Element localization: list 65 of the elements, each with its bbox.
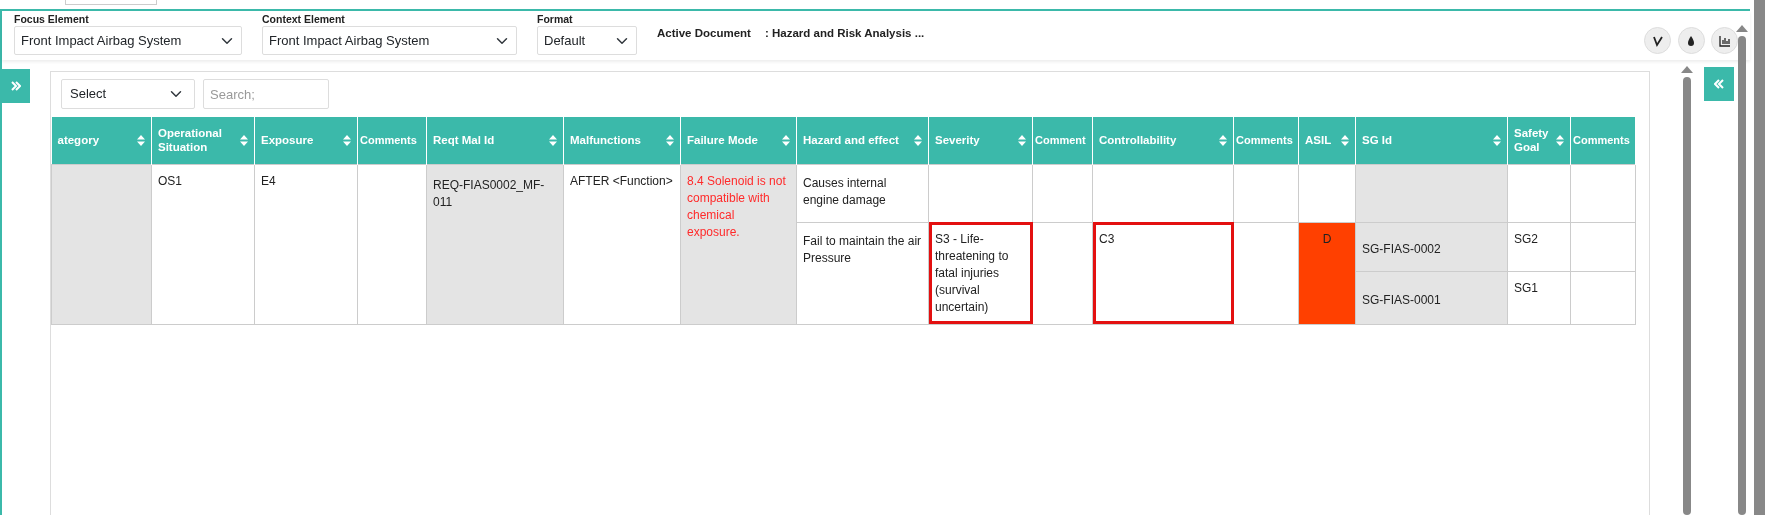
sort-icon — [1219, 134, 1227, 146]
chart-icon — [1717, 33, 1732, 48]
column-header: Comments — [1570, 117, 1636, 164]
field-label: Focus Element — [14, 12, 90, 26]
table-cell: SG-FIAS-0001 — [1355, 271, 1508, 324]
table-cell: OS1 — [151, 164, 255, 324]
expand-button[interactable] — [2, 69, 30, 103]
toolbar-button[interactable] — [1644, 27, 1671, 54]
column-header: Comments — [357, 117, 427, 164]
table-cell: REQ-FIAS0002_MF-011 — [426, 164, 564, 324]
column-header[interactable]: Safety Goal — [1507, 117, 1571, 164]
dropdown[interactable]: Front Impact Airbag System — [14, 26, 242, 55]
collapse-button[interactable] — [1704, 67, 1734, 101]
column-header[interactable]: Severity — [928, 117, 1033, 164]
sort-icon — [1341, 134, 1349, 146]
table-cell: Fail to maintain the air Pressure — [796, 222, 929, 324]
table-cell: E4 — [254, 164, 358, 324]
field-label: Context Element — [262, 12, 346, 26]
column-header[interactable]: ASIL — [1298, 117, 1356, 164]
table-cell: D — [1298, 222, 1356, 324]
sort-icon — [240, 134, 248, 146]
column-header[interactable]: Exposure — [254, 117, 358, 164]
sort-icon — [343, 134, 351, 146]
table-cell: SG-FIAS-0002 — [1355, 222, 1508, 272]
sort-icon — [914, 134, 922, 146]
toolbar-button[interactable] — [1677, 27, 1705, 54]
double-chevron-left-icon — [1714, 79, 1724, 89]
column-header[interactable]: Reqt Mal Id — [426, 117, 564, 164]
scrollbar[interactable] — [1735, 24, 1749, 515]
table-cell: AFTER <Function> — [563, 164, 681, 324]
table-cell: 8.4 Solenoid is not compatible with chemical exposure. — [680, 164, 797, 324]
active-document-name: : Hazard and Risk Analysis ... — [764, 26, 925, 41]
filter-dropdown[interactable]: Select — [61, 79, 195, 109]
column-header[interactable]: Controllability — [1092, 117, 1234, 164]
sort-icon — [549, 134, 557, 146]
double-chevron-right-icon — [11, 81, 21, 91]
scrollbar[interactable] — [1680, 65, 1694, 515]
column-header[interactable]: Operational Situation — [151, 117, 255, 164]
table-cell: SG1 — [1507, 271, 1571, 324]
table-cell: C3 — [1092, 222, 1234, 324]
scroll-up-icon[interactable] — [1736, 24, 1748, 32]
sort-icon — [1018, 134, 1026, 146]
column-header[interactable]: SG Id — [1355, 117, 1508, 164]
sort-icon — [666, 134, 674, 146]
sort-icon — [782, 134, 790, 146]
toolbar-button[interactable] — [1711, 27, 1738, 54]
table-cell: Causes internal engine damage — [796, 164, 929, 222]
table-cell: S3 - Life-threatening to fatal injuries (survival uncertain) — [928, 222, 1033, 324]
column-header[interactable]: Malfunctions — [563, 117, 681, 164]
sort-icon — [137, 134, 145, 146]
active-document-label: Active Document — [657, 26, 751, 41]
sort-icon — [1493, 134, 1501, 146]
column-header[interactable]: Failure Mode — [680, 117, 797, 164]
window-scrollbar[interactable] — [1754, 0, 1765, 515]
field-label: Format — [537, 12, 574, 26]
column-header[interactable]: ategory — [51, 117, 152, 164]
scroll-up-icon[interactable] — [1681, 65, 1693, 73]
search-field[interactable]: Search; — [203, 79, 329, 109]
column-header[interactable]: Hazard and effect — [796, 117, 929, 164]
table-cell: SG2 — [1507, 222, 1571, 272]
column-header: Comments — [1233, 117, 1299, 164]
sort-icon — [1556, 134, 1564, 146]
dropdown[interactable]: Front Impact Airbag System — [262, 26, 517, 55]
dropdown[interactable]: Default — [537, 26, 637, 55]
column-header: Comment — [1032, 117, 1093, 164]
